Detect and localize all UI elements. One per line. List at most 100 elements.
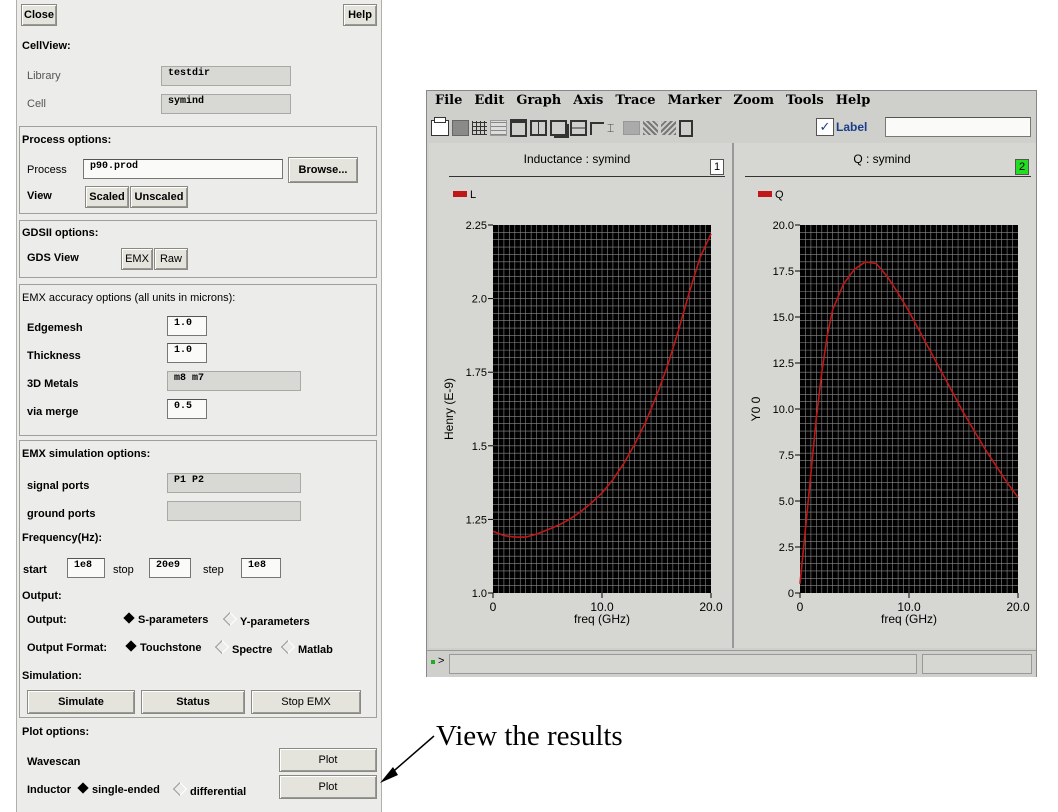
emx-form-panel: Close Help CellView: Library testdir Cel…: [16, 0, 382, 812]
close-button[interactable]: Close: [21, 4, 57, 26]
inductance-chart: L1.01.251.51.752.02.250 10.0 20.0freq (GHz…: [442, 189, 723, 626]
wavescan-label: Wavescan: [27, 756, 81, 768]
menu-help[interactable]: Help: [836, 93, 871, 108]
output-format-label: Output Format:: [27, 642, 108, 654]
help-button[interactable]: Help: [343, 4, 377, 26]
y-tick-label: 1.0: [472, 588, 487, 600]
menu-file[interactable]: File: [435, 93, 462, 108]
menu-tools[interactable]: Tools: [786, 93, 824, 108]
stop-emx-button[interactable]: Stop EMX: [251, 690, 361, 714]
delete-icon[interactable]: [679, 119, 693, 137]
window-icon[interactable]: [510, 119, 527, 137]
menu-marker[interactable]: Marker: [668, 93, 722, 108]
3d-metals-label: 3D Metals: [27, 378, 79, 390]
y-tick-label: 2.25: [466, 220, 487, 232]
inductor-label: Inductor: [27, 784, 71, 796]
y-tick-label: 1.25: [466, 514, 487, 526]
x-tick-label: 0: [797, 600, 804, 614]
edgemesh-input[interactable]: 1.0: [167, 316, 207, 336]
overlay-icon[interactable]: [550, 120, 567, 136]
y-tick-label: 15.0: [773, 312, 794, 324]
label-checkbox-text: Label: [836, 120, 868, 134]
legend-label: Q: [775, 189, 784, 201]
print-icon[interactable]: [431, 117, 449, 136]
fill-icon[interactable]: [623, 121, 640, 135]
split-icon[interactable]: [530, 120, 547, 136]
unscaled-button[interactable]: Unscaled: [130, 186, 188, 208]
stack-icon[interactable]: [570, 120, 587, 136]
y-tick-label: 10.0: [773, 404, 794, 416]
panel-2-number: 2: [1015, 159, 1029, 175]
status-button[interactable]: Status: [141, 690, 245, 714]
inductor-plot-button[interactable]: Plot: [279, 775, 377, 799]
touchstone-radio[interactable]: Touchstone: [125, 640, 202, 654]
simulate-button[interactable]: Simulate: [27, 690, 135, 714]
thickness-label: Thickness: [27, 350, 81, 362]
view-results-caption: View the results: [436, 720, 623, 752]
cell-label: Cell: [27, 98, 46, 110]
menu-graph[interactable]: Graph: [516, 93, 561, 108]
process-input[interactable]: p90.prod: [83, 159, 283, 179]
zoom-icon[interactable]: [643, 121, 658, 135]
y-axis-label: Henry (E-9): [442, 378, 456, 440]
inductance-title-divider: [449, 176, 725, 177]
via-merge-input[interactable]: 0.5: [167, 399, 207, 419]
start-label: start: [23, 564, 47, 576]
menu-zoom[interactable]: Zoom: [733, 93, 774, 108]
library-field: testdir: [161, 66, 291, 86]
x-tick-label: 20.0: [699, 600, 723, 614]
y-parameters-radio[interactable]: Y-parameters: [222, 611, 310, 628]
y-tick-label: 1.75: [466, 367, 487, 379]
matlab-radio[interactable]: Matlab: [280, 639, 333, 656]
differential-radio[interactable]: differential: [172, 781, 247, 798]
gds-emx-button[interactable]: EMX: [121, 248, 153, 270]
accuracy-options-heading: EMX accuracy options (all units in micro…: [22, 292, 236, 304]
step-input[interactable]: 1e8: [241, 558, 281, 578]
gds-view-label: GDS View: [27, 252, 79, 264]
zoom-fit-icon[interactable]: [661, 121, 676, 135]
copy-icon[interactable]: [590, 121, 604, 135]
legend-swatch: [758, 191, 772, 197]
y-tick-label: 12.5: [773, 358, 794, 370]
stop-label: stop: [113, 564, 134, 576]
graph-menu-bar: File Edit Graph Axis Trace Marker Zoom Tools Hel…: [435, 93, 882, 108]
spectre-radio[interactable]: Spectre: [214, 639, 273, 656]
menu-axis[interactable]: Axis: [573, 93, 603, 108]
legend-swatch: [453, 191, 467, 197]
gds-raw-button[interactable]: Raw: [154, 248, 188, 270]
y-axis-label: Y0 0: [749, 396, 763, 421]
menu-edit[interactable]: Edit: [474, 93, 504, 108]
spectre-label: Spectre: [232, 644, 273, 656]
stop-input[interactable]: 20e9: [149, 558, 191, 578]
label-checkbox[interactable]: ✓: [816, 118, 834, 136]
wavescan-plot-button[interactable]: Plot: [279, 748, 377, 772]
marker-icon[interactable]: ⌶: [607, 121, 620, 135]
thickness-input[interactable]: 1.0: [167, 343, 207, 363]
label-text-input[interactable]: [885, 117, 1031, 137]
signal-ports-input[interactable]: P1 P2: [167, 473, 301, 493]
browse-button[interactable]: Browse...: [288, 157, 358, 183]
s-parameters-radio[interactable]: S-parameters: [123, 612, 208, 626]
strip-icon[interactable]: [490, 120, 507, 136]
x-tick-label: 20.0: [1006, 600, 1030, 614]
q-title-divider: [745, 176, 1031, 177]
image-icon[interactable]: [452, 120, 469, 136]
y-tick-label: 1.5: [472, 441, 487, 453]
start-input[interactable]: 1e8: [67, 558, 105, 578]
radio-unselected-icon: [214, 639, 230, 655]
x-axis-label: freq (GHz): [881, 612, 937, 626]
grid-icon[interactable]: [472, 121, 487, 135]
command-prompt: >: [438, 655, 445, 667]
differential-label: differential: [190, 786, 247, 798]
gdsii-options-heading: GDSII options:: [22, 227, 99, 239]
command-input[interactable]: [449, 654, 917, 674]
ground-ports-input[interactable]: [167, 501, 301, 521]
process-label: Process: [27, 164, 67, 176]
menu-trace[interactable]: Trace: [615, 93, 655, 108]
y-tick-label: 7.5: [779, 450, 794, 462]
y-parameters-label: Y-parameters: [240, 616, 310, 628]
single-ended-radio[interactable]: single-ended: [77, 782, 160, 796]
scaled-button[interactable]: Scaled: [85, 186, 129, 208]
3d-metals-input[interactable]: m8 m7: [167, 371, 301, 391]
inductance-plot-title: Inductance : symind: [523, 152, 631, 166]
